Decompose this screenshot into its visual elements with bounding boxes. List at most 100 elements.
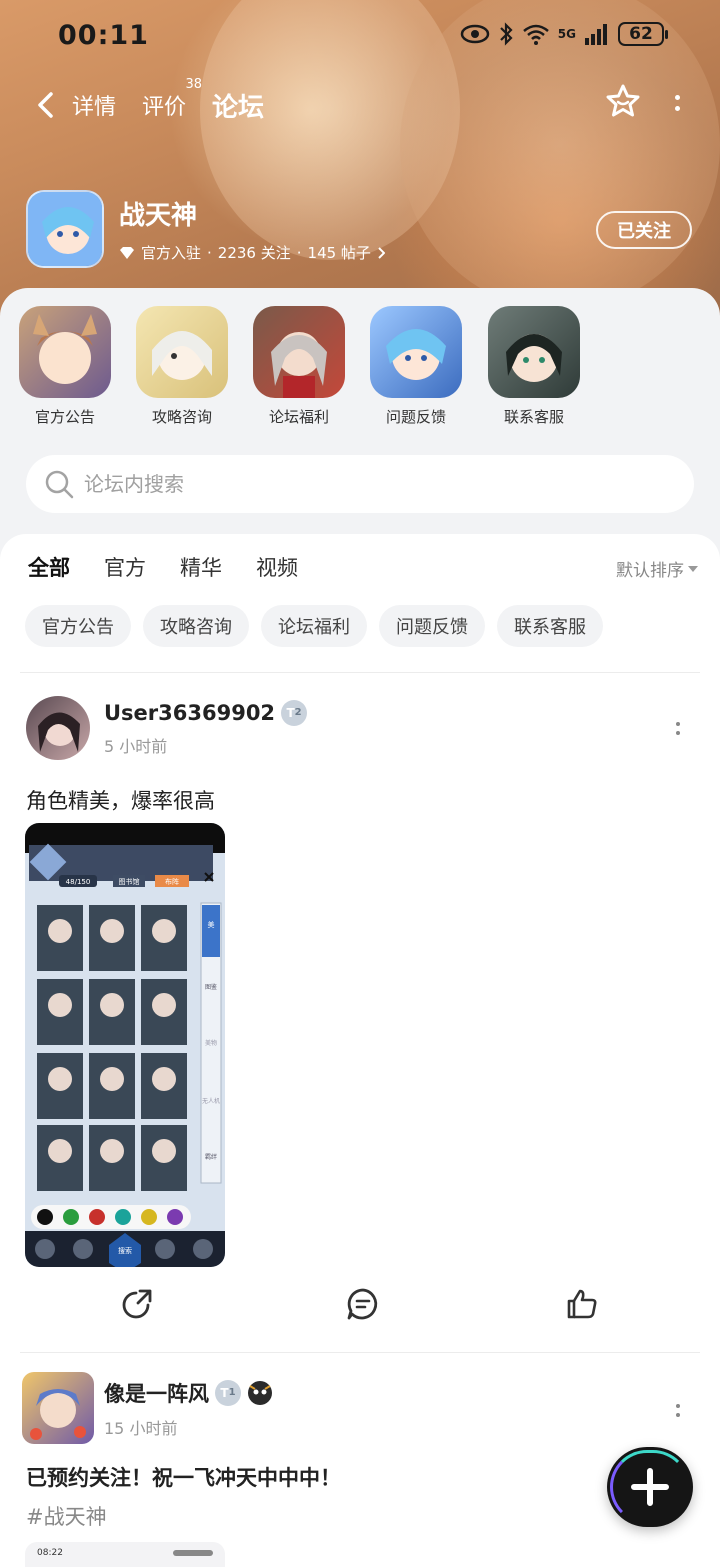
more-dot-icon <box>675 95 680 100</box>
shortcut-announcements-image <box>19 306 111 398</box>
preview-status-icons <box>173 1550 213 1556</box>
avatar[interactable] <box>26 696 90 760</box>
shortcut-welfare-label: 论坛福利 <box>268 408 329 426</box>
comment-icon <box>347 1288 378 1320</box>
filter-tab-video[interactable]: 视频 <box>256 552 298 582</box>
avatar[interactable] <box>22 1372 94 1444</box>
tab-forum[interactable]: 论坛 <box>212 87 265 128</box>
shortcut-announcements-label: 官方公告 <box>34 408 95 426</box>
screenshot-search-button: 搜索 <box>118 1246 132 1255</box>
post-2-username[interactable]: 像是一阵风 T1 <box>104 1378 273 1408</box>
screenshot-side-tab: 美物 <box>205 1039 217 1047</box>
post-1-username[interactable]: User36369902 T2 <box>104 699 308 726</box>
chip-support[interactable]: 联系客服 <box>497 605 603 647</box>
post-1-header: User36369902 T2 5 小时前 <box>26 696 308 760</box>
tab-reviews[interactable]: 评价 38 <box>142 77 202 121</box>
shortcut-welfare[interactable]: 论坛福利 <box>251 306 347 427</box>
status-icons: 5G 62 <box>460 22 668 46</box>
section-divider <box>20 672 700 673</box>
post-2-text[interactable]: 已预约关注！祝一飞冲天中中中！ <box>26 1462 341 1492</box>
search-icon <box>45 470 74 499</box>
search-input[interactable] <box>84 472 644 496</box>
post-1-actions <box>0 1284 720 1332</box>
screenshot-side-tab: 羁绊 <box>205 1153 217 1161</box>
shortcut-support[interactable]: 联系客服 <box>486 306 582 427</box>
post-feed: 全部 官方 精华 视频 默认排序 官方公告 攻略咨询 论坛福利 问题反馈 联系客… <box>0 534 720 1567</box>
post-2-time: 15 小时前 <box>104 1418 178 1438</box>
filter-tab-official[interactable]: 官方 <box>104 552 146 582</box>
meta-separator: · <box>207 243 212 262</box>
post-2-username-text: 像是一阵风 <box>104 1381 209 1406</box>
sort-label: 默认排序 <box>616 561 684 581</box>
screenshot-tab-library: 图书馆 <box>119 877 140 886</box>
status-bar: 00:11 5G 62 <box>0 0 720 72</box>
game-title: 战天神 <box>119 201 198 231</box>
comment-button[interactable] <box>343 1284 383 1324</box>
sort-dropdown[interactable]: 默认排序 <box>616 556 698 581</box>
forum-shortcuts: 官方公告 攻略咨询 论坛福利 问题反馈 联系客服 <box>0 306 720 436</box>
post-2-header: 像是一阵风 T1 15 小时前 <box>22 1372 273 1444</box>
shortcut-support-label: 联系客服 <box>503 408 564 426</box>
user-level-badge: T1 <box>215 1379 241 1406</box>
eye-icon <box>460 24 490 44</box>
tab-reviews-label: 评价 <box>142 95 187 120</box>
chip-welfare[interactable]: 论坛福利 <box>261 605 367 647</box>
posts-count: 145 帖子 <box>307 244 371 262</box>
category-chips: 官方公告 攻略咨询 论坛福利 问题反馈 联系客服 <box>25 605 603 647</box>
user-level-badge: T2 <box>281 699 308 726</box>
shortcut-feedback[interactable]: 问题反馈 <box>368 306 464 427</box>
forum-search-bar[interactable] <box>26 455 694 513</box>
post-1-more-button[interactable] <box>674 722 682 735</box>
shortcut-guides-label: 攻略咨询 <box>151 408 212 426</box>
screenshot-side-tab: 无人机 <box>202 1097 220 1105</box>
shortcut-announcements[interactable]: 官方公告 <box>17 306 113 427</box>
chip-guides[interactable]: 攻略咨询 <box>143 605 249 647</box>
more-dot-icon <box>675 106 680 111</box>
like-button[interactable] <box>562 1284 602 1324</box>
tab-forum-label: 论坛 <box>212 92 265 123</box>
post-divider <box>20 1352 700 1353</box>
chevron-right-icon <box>378 246 385 259</box>
screenshot-count: 48/150 <box>66 878 91 886</box>
diamond-icon <box>120 246 134 259</box>
follow-button[interactable]: 已关注 <box>596 211 692 249</box>
star-smile-icon <box>606 84 640 117</box>
tab-details-label: 详情 <box>72 95 117 120</box>
post-1-text[interactable]: 角色精美，爆率很高 <box>26 785 215 815</box>
game-info-row: 战天神 官方入驻 · 2236 关注 · 145 帖子 <box>26 190 385 268</box>
filter-tab-all[interactable]: 全部 <box>28 552 70 584</box>
plus-icon <box>631 1468 669 1506</box>
game-header-banner: 00:11 5G 62 详情 评价 38 论坛 战天神 官方入驻 · 2236 … <box>0 0 720 330</box>
tab-details[interactable]: 详情 <box>72 89 116 121</box>
screenshot-side-tab: 图鉴 <box>205 983 217 991</box>
filter-tabs: 全部 官方 精华 视频 <box>28 552 298 584</box>
shortcut-guides[interactable]: 攻略咨询 <box>134 306 230 427</box>
nav-actions <box>605 84 680 122</box>
game-icon[interactable] <box>26 190 104 268</box>
favorite-button[interactable] <box>605 84 641 122</box>
share-button[interactable] <box>117 1284 157 1324</box>
post-2-hashtag[interactable]: #战天神 <box>26 1501 107 1531</box>
create-post-button[interactable] <box>607 1447 693 1527</box>
bluetooth-icon <box>500 22 513 46</box>
chip-announcements[interactable]: 官方公告 <box>25 605 131 647</box>
post-2-image-preview[interactable]: 08:22 <box>25 1542 225 1567</box>
avatar-badge-icon <box>248 1380 272 1405</box>
status-time: 00:11 <box>58 20 149 51</box>
reviews-count-badge: 38 <box>185 77 203 92</box>
post-2-more-button[interactable] <box>674 1404 682 1417</box>
more-menu-button[interactable] <box>675 95 680 111</box>
share-icon <box>122 1289 152 1319</box>
shortcut-guides-image <box>136 306 228 398</box>
chip-feedback[interactable]: 问题反馈 <box>379 605 485 647</box>
post-1-image[interactable]: 48/150 图书馆 布阵 美 图鉴 美物 无人机 羁绊 搜索 <box>25 823 225 1267</box>
battery-indicator: 62 <box>618 22 668 46</box>
signal-icon <box>585 24 607 45</box>
game-meta[interactable]: 官方入驻 · 2236 关注 · 145 帖子 <box>119 242 385 263</box>
filter-tab-featured[interactable]: 精华 <box>180 552 222 582</box>
more-dot-icon <box>676 722 680 726</box>
back-button[interactable] <box>30 85 60 125</box>
user-level-number: 1 <box>228 1387 236 1398</box>
shortcut-feedback-label: 问题反馈 <box>385 408 446 426</box>
game-screenshot-art: 48/150 图书馆 布阵 美 图鉴 美物 无人机 羁绊 搜索 <box>25 823 225 1267</box>
